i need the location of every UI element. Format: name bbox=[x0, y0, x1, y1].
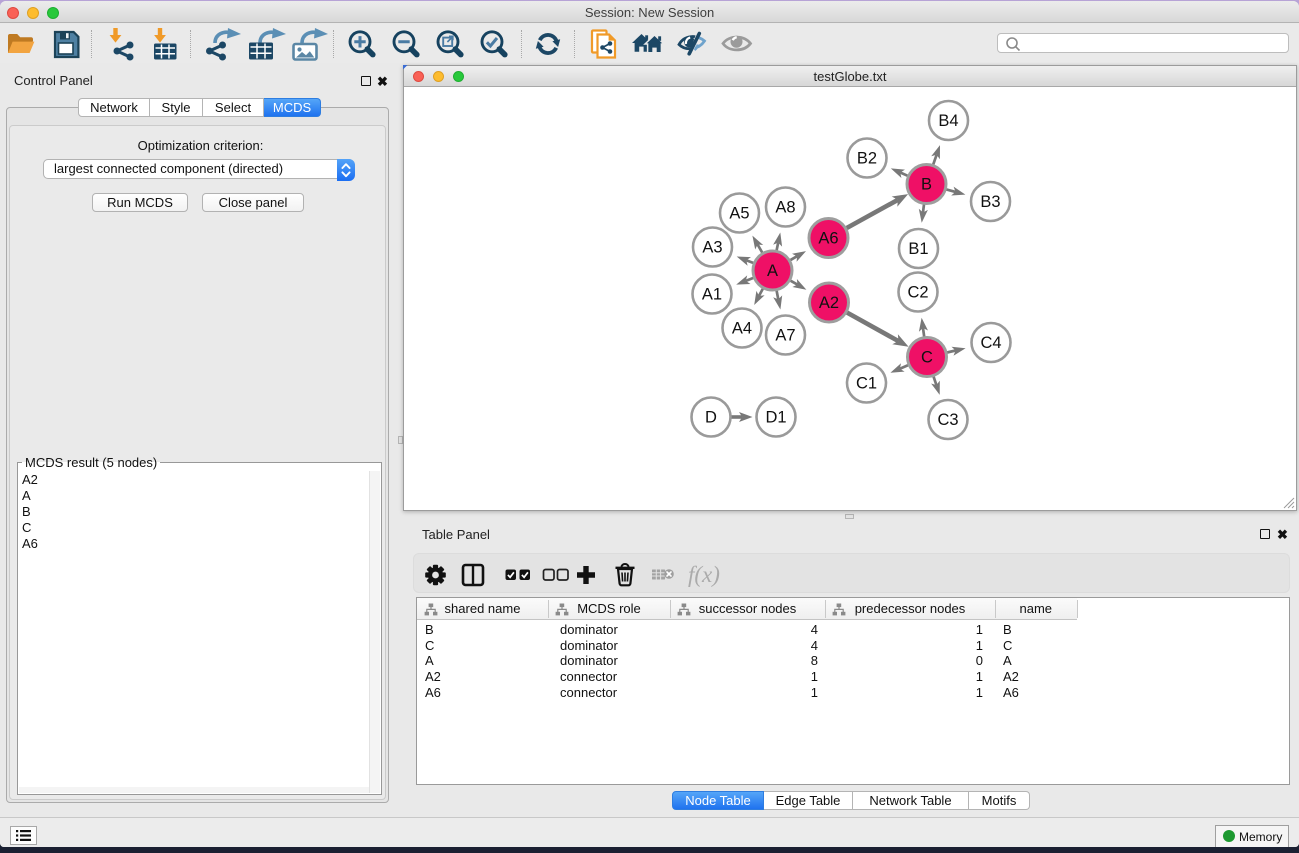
svg-text:A1: A1 bbox=[702, 286, 722, 304]
svg-text:A7: A7 bbox=[775, 327, 795, 345]
svg-text:C4: C4 bbox=[980, 334, 1001, 352]
svg-text:A8: A8 bbox=[775, 199, 795, 217]
svg-text:A4: A4 bbox=[732, 320, 752, 338]
svg-text:C2: C2 bbox=[907, 284, 928, 302]
svg-text:A: A bbox=[767, 262, 778, 280]
svg-text:A6: A6 bbox=[818, 230, 838, 248]
svg-text:B: B bbox=[921, 176, 932, 194]
svg-text:D1: D1 bbox=[765, 409, 786, 427]
svg-text:B4: B4 bbox=[938, 112, 958, 130]
svg-text:C3: C3 bbox=[937, 411, 958, 429]
svg-text:B3: B3 bbox=[980, 193, 1000, 211]
svg-text:f(x): f(x) bbox=[688, 562, 720, 587]
svg-text:B2: B2 bbox=[857, 150, 877, 168]
svg-text:A5: A5 bbox=[729, 205, 749, 223]
svg-text:C1: C1 bbox=[856, 375, 877, 393]
svg-text:A2: A2 bbox=[819, 294, 839, 312]
svg-text:B1: B1 bbox=[908, 240, 928, 258]
svg-text:A3: A3 bbox=[702, 239, 722, 257]
svg-text:D: D bbox=[705, 409, 717, 427]
svg-text:C: C bbox=[921, 349, 933, 367]
